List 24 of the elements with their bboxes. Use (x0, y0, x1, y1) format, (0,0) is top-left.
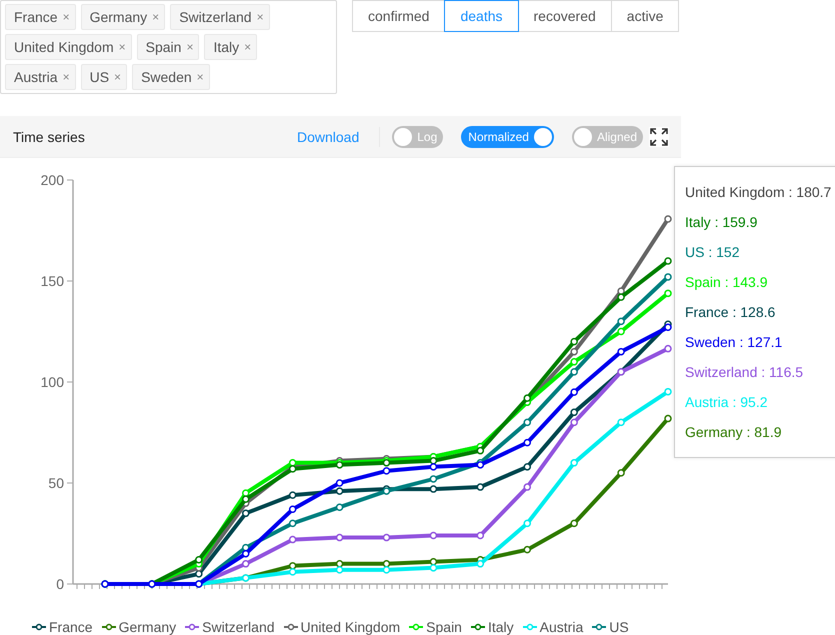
tag-label: Germany (90, 8, 148, 27)
tag-label: US (90, 68, 110, 87)
tooltip-value: Spain : 143.9 (685, 273, 769, 292)
y-tick-label: 0 (56, 576, 64, 592)
y-tick-label: 100 (40, 374, 64, 390)
tooltip-value: France : 128.6 (685, 303, 776, 322)
panel-title: Time series (13, 128, 86, 144)
y-tick-label: 50 (48, 475, 64, 491)
tag-label: Spain (146, 38, 182, 57)
tag-label: United Kingdom (14, 38, 114, 57)
tooltip-value: Germany : 81.9 (685, 423, 782, 442)
tooltip-value: Switzerland : 116.5 (685, 363, 804, 382)
y-tick-label: 200 (40, 172, 64, 188)
tooltip-value: United Kingdom : 180.7 (685, 183, 832, 202)
tag-label: France (14, 8, 58, 27)
tag-label: Sweden (141, 68, 192, 87)
tag-label: Austria (14, 68, 58, 87)
tooltip-value: Austria : 95.2 (685, 393, 768, 412)
tag-label: Switzerland (179, 8, 252, 27)
y-tick-label: 150 (40, 273, 64, 289)
tooltip-value: Sweden : 127.1 (685, 333, 784, 352)
tooltip-value: Italy : 159.9 (685, 213, 758, 232)
tag-label: Italy (213, 38, 240, 57)
tooltip-value: US : 152 (685, 243, 740, 262)
